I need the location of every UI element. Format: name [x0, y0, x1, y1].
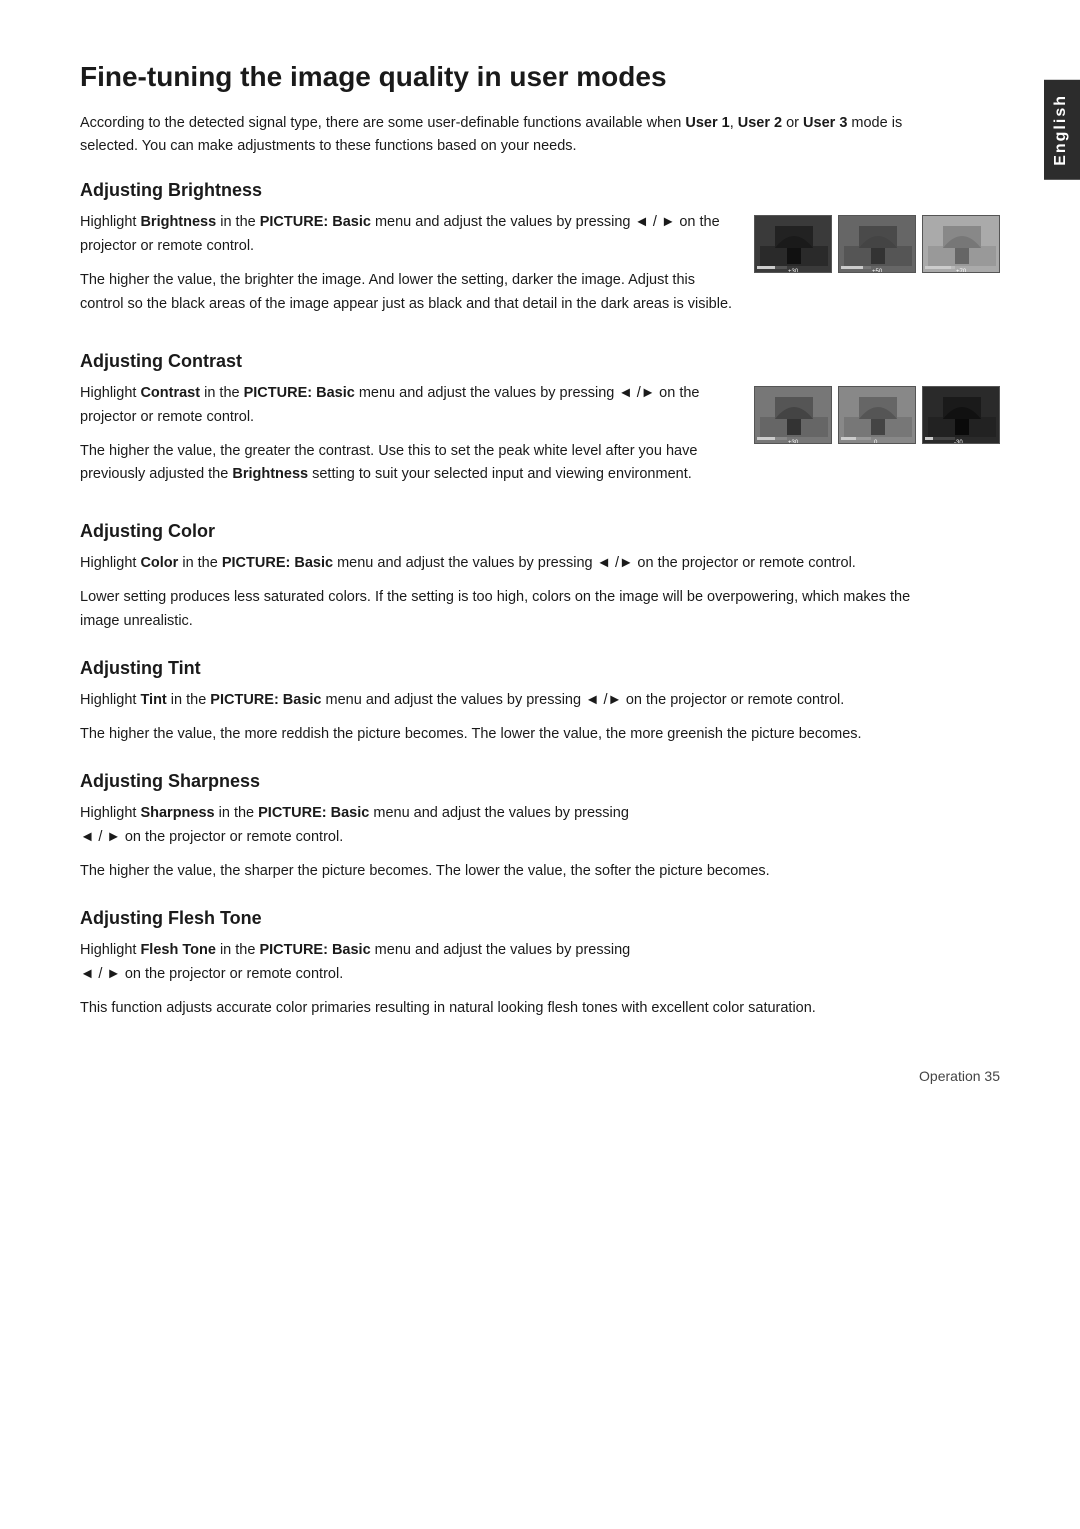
section-color: Adjusting Color Highlight Color in the P…: [80, 521, 1000, 634]
brightness-image-2: +50: [838, 215, 916, 273]
svg-text:-30: -30: [954, 440, 963, 444]
contrast-images: +30 0: [754, 386, 1000, 444]
section-heading-tint: Adjusting Tint: [80, 658, 1000, 679]
contrast-image-2: 0: [838, 386, 916, 444]
section-heading-contrast: Adjusting Contrast: [80, 351, 1000, 372]
brightness-images: +30 +50: [754, 215, 1000, 273]
intro-paragraph: According to the detected signal type, t…: [80, 112, 940, 158]
section-text-contrast: Highlight Contrast in the PICTURE: Basic…: [80, 382, 734, 498]
tint-para-2: The higher the value, the more reddish t…: [80, 723, 940, 747]
section-sharpness: Adjusting Sharpness Highlight Sharpness …: [80, 771, 1000, 884]
svg-text:+70: +70: [956, 269, 967, 273]
svg-text:+30: +30: [788, 269, 799, 273]
flesh-tone-para-2: This function adjusts accurate color pri…: [80, 997, 940, 1021]
section-brightness: Adjusting Brightness Highlight Brightnes…: [80, 180, 1000, 327]
color-para-1: Highlight Color in the PICTURE: Basic me…: [80, 552, 940, 576]
contrast-para-2: The higher the value, the greater the co…: [80, 440, 734, 488]
tint-para-1: Highlight Tint in the PICTURE: Basic men…: [80, 689, 940, 713]
section-flesh-tone: Adjusting Flesh Tone Highlight Flesh Ton…: [80, 908, 1000, 1021]
brightness-image-1: +30: [754, 215, 832, 273]
section-text-brightness: Highlight Brightness in the PICTURE: Bas…: [80, 211, 734, 327]
brightness-image-3: +70: [922, 215, 1000, 273]
section-tint: Adjusting Tint Highlight Tint in the PIC…: [80, 658, 1000, 747]
section-heading-brightness: Adjusting Brightness: [80, 180, 1000, 201]
section-heading-sharpness: Adjusting Sharpness: [80, 771, 1000, 792]
brightness-para-1: Highlight Brightness in the PICTURE: Bas…: [80, 211, 734, 259]
page-title: Fine-tuning the image quality in user mo…: [80, 60, 1000, 94]
sharpness-para-1: Highlight Sharpness in the PICTURE: Basi…: [80, 802, 940, 850]
sharpness-para-2: The higher the value, the sharper the pi…: [80, 860, 940, 884]
color-para-2: Lower setting produces less saturated co…: [80, 586, 940, 634]
side-tab-english: English: [1044, 80, 1080, 180]
section-contrast: Adjusting Contrast Highlight Contrast in…: [80, 351, 1000, 498]
contrast-image-1: +30: [754, 386, 832, 444]
contrast-para-1: Highlight Contrast in the PICTURE: Basic…: [80, 382, 734, 430]
brightness-para-2: The higher the value, the brighter the i…: [80, 269, 734, 317]
flesh-tone-para-1: Highlight Flesh Tone in the PICTURE: Bas…: [80, 939, 940, 987]
contrast-image-3: -30: [922, 386, 1000, 444]
svg-text:+30: +30: [788, 440, 799, 444]
svg-text:+50: +50: [872, 269, 883, 273]
section-heading-flesh-tone: Adjusting Flesh Tone: [80, 908, 1000, 929]
page-footer: Operation 35: [919, 1068, 1000, 1084]
section-heading-color: Adjusting Color: [80, 521, 1000, 542]
page-container: English Fine-tuning the image quality in…: [0, 0, 1080, 1124]
